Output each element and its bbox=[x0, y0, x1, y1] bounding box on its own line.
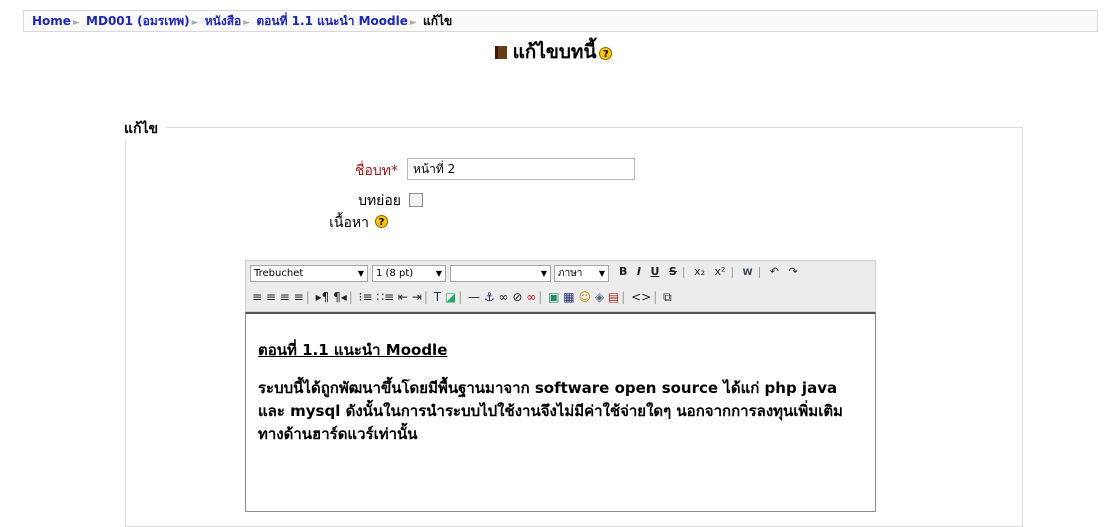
table-icon[interactable]: ▦ bbox=[563, 290, 574, 304]
indent-icon[interactable]: ⇥ bbox=[412, 290, 422, 304]
ltr-icon[interactable]: ▸¶ bbox=[316, 290, 330, 304]
smiley-icon[interactable]: ☺ bbox=[578, 290, 591, 304]
breadcrumb-current: แก้ไข bbox=[422, 14, 453, 28]
html-source-icon[interactable]: <> bbox=[631, 290, 651, 304]
dropdown-arrow-icon: ▼ bbox=[357, 269, 364, 278]
bold-button[interactable]: B bbox=[619, 265, 627, 278]
editor-toolbar: Trebuchet ▼ 1 (8 pt) ▼ ▼ ภาษา ▼ B I U S | x₂… bbox=[245, 260, 876, 312]
chapter-title-label: ชื่อบท* bbox=[300, 160, 398, 182]
fieldset-legend: แก้ไข bbox=[116, 118, 167, 140]
subchapter-label: บทย่อย bbox=[358, 193, 401, 209]
align-center-icon[interactable]: ≡ bbox=[266, 290, 276, 304]
language-select[interactable]: ภาษา ▼ bbox=[554, 265, 609, 282]
superscript-button[interactable]: x² bbox=[715, 265, 726, 278]
breadcrumb: Home ► MD001 (อมรเทพ) ► หนังสือ ► ตอนที่ 1.… bbox=[23, 10, 1098, 32]
breadcrumb-separator: ► bbox=[72, 18, 80, 28]
breadcrumb-book-link[interactable]: หนังสือ bbox=[205, 14, 242, 28]
chapter-title-label-text: ชื่อบท bbox=[354, 163, 391, 179]
justify-icon[interactable]: ≡ bbox=[294, 290, 304, 304]
fullscreen-icon[interactable]: ⧉ bbox=[663, 290, 672, 304]
image-icon[interactable]: ▣ bbox=[548, 290, 559, 304]
dropdown-arrow-icon: ▼ bbox=[540, 269, 547, 278]
content-editor[interactable]: ตอนที่ 1.1 แนะนำ Moodle ระบบนี้ได้ถูกพัฒ… bbox=[245, 312, 876, 512]
book-icon bbox=[494, 46, 507, 59]
paste-icon[interactable]: ▤ bbox=[608, 290, 619, 304]
strikethrough-button[interactable]: S bbox=[669, 265, 677, 278]
breadcrumb-separator: ► bbox=[409, 18, 417, 28]
redo-button[interactable]: ↷ bbox=[789, 265, 798, 278]
content-help-icon[interactable]: ? bbox=[375, 215, 388, 228]
format-buttons: B I U S | x₂ x² | W | ↶ ↷ bbox=[619, 265, 798, 278]
breadcrumb-chapter-link[interactable]: ตอนที่ 1.1 แนะนำ Moodle bbox=[256, 14, 408, 28]
word-clean-button[interactable]: W bbox=[743, 268, 753, 278]
link-icon[interactable]: ∞ bbox=[499, 290, 509, 304]
align-right-icon[interactable]: ≡ bbox=[280, 290, 290, 304]
horizontal-rule-icon[interactable]: — bbox=[468, 290, 480, 304]
unordered-list-icon[interactable]: ∷≡ bbox=[376, 290, 394, 304]
breadcrumb-separator: ► bbox=[191, 18, 199, 28]
subscript-button[interactable]: x₂ bbox=[694, 265, 705, 278]
anchor-icon[interactable]: ⚓ bbox=[484, 290, 495, 304]
unlink-icon[interactable]: ⊘ bbox=[512, 290, 522, 304]
breadcrumb-home-link[interactable]: Home bbox=[32, 14, 71, 28]
outdent-icon[interactable]: ⇤ bbox=[398, 290, 408, 304]
breadcrumb-course-link[interactable]: MD001 (อมรเทพ) bbox=[86, 14, 190, 28]
align-left-icon[interactable]: ≡ bbox=[252, 290, 262, 304]
editor-heading: ตอนที่ 1.1 แนะนำ Moodle bbox=[258, 341, 448, 359]
subchapter-checkbox[interactable] bbox=[409, 193, 423, 207]
content-label: เนื้อหา bbox=[329, 215, 369, 231]
help-icon[interactable]: ? bbox=[599, 47, 613, 60]
font-family-select[interactable]: Trebuchet ▼ bbox=[250, 265, 368, 282]
toolbar-row-2: ≡ ≡ ≡ ≡ | ▸¶ ¶◂ | ⁝≡ ∷≡ ⇤ ⇥ | T ◪ | — ⚓ ∞ ⊘ … bbox=[252, 290, 672, 304]
undo-button[interactable]: ↶ bbox=[770, 265, 779, 278]
underline-button[interactable]: U bbox=[650, 265, 659, 278]
text-color-icon[interactable]: T bbox=[434, 290, 441, 304]
special-char-icon[interactable]: ◈ bbox=[595, 290, 604, 304]
breadcrumb-separator: ► bbox=[243, 18, 251, 28]
font-family-value: Trebuchet bbox=[254, 268, 304, 279]
bg-color-icon[interactable]: ◪ bbox=[445, 290, 456, 304]
page-title-text: แก้ไขบทนี้ bbox=[512, 41, 597, 63]
dropdown-arrow-icon: ▼ bbox=[435, 269, 442, 278]
required-marker: * bbox=[391, 163, 398, 179]
page-title: แก้ไขบทนี้? bbox=[0, 37, 1107, 67]
dropdown-arrow-icon: ▼ bbox=[598, 269, 605, 278]
rtl-icon[interactable]: ¶◂ bbox=[333, 290, 347, 304]
editor-paragraph: ระบบนี้ได้ถูกพัฒนาขึ้นโดยมีพื้นฐานมาจาก … bbox=[258, 379, 843, 443]
font-size-value: 1 (8 pt) bbox=[376, 268, 414, 279]
style-select[interactable]: ▼ bbox=[450, 265, 551, 282]
language-value: ภาษา bbox=[558, 268, 583, 279]
italic-button[interactable]: I bbox=[637, 265, 641, 278]
font-size-select[interactable]: 1 (8 pt) ▼ bbox=[372, 265, 446, 282]
nolink-icon[interactable]: ∞ bbox=[526, 290, 536, 304]
chapter-title-input[interactable] bbox=[407, 158, 635, 180]
ordered-list-icon[interactable]: ⁝≡ bbox=[359, 290, 373, 304]
